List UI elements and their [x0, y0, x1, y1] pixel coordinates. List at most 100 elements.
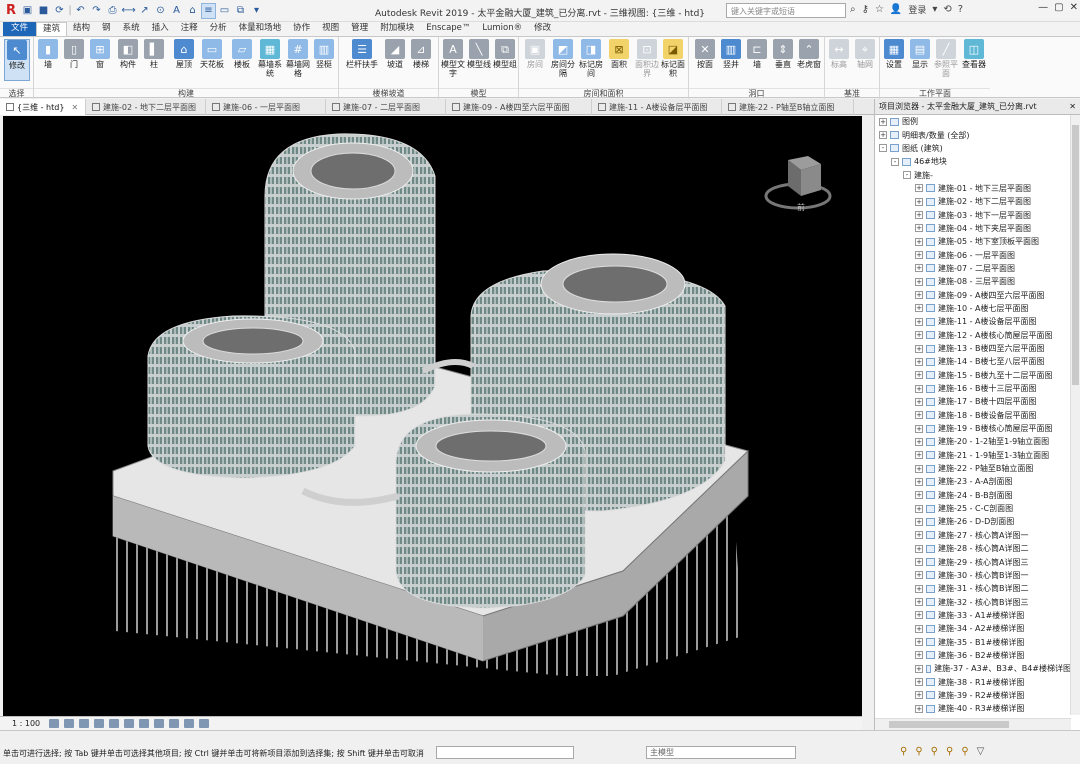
collapse-icon[interactable]: - — [903, 171, 911, 180]
expand-icon[interactable]: + — [915, 384, 923, 393]
tab-view[interactable]: 建施-11 - A楼设备层平面图 — [592, 99, 722, 115]
reveal-hidden-icon[interactable] — [184, 719, 195, 728]
expand-icon[interactable]: + — [915, 624, 923, 633]
browser-item[interactable]: + 建施-12 - A楼核心筒屋层平面图 — [875, 329, 1071, 342]
browser-item[interactable]: + 建施-18 - B楼设备层平面图 — [875, 409, 1071, 422]
temp-hide-icon[interactable] — [169, 719, 180, 728]
browser-item[interactable]: + 建施-10 - A楼七层平面图 — [875, 302, 1071, 315]
tab-systems[interactable]: 系统 — [117, 22, 146, 36]
browser-item[interactable]: + 图例 — [875, 115, 1071, 128]
browser-item[interactable]: + 建施-34 - A2#楼梯详图 — [875, 622, 1071, 635]
building-model[interactable] — [3, 116, 862, 716]
tab-modify[interactable]: 修改 — [528, 22, 557, 36]
model-group-button[interactable]: ⧉ 模型组 — [493, 39, 517, 69]
viewer-button[interactable]: ◫ 查看器 — [960, 39, 988, 69]
underlay-icon[interactable]: ⚲ — [915, 746, 922, 757]
browser-item[interactable]: + 建施-06 - 一层平面图 — [875, 248, 1071, 261]
horizontal-scrollbar[interactable] — [875, 718, 1071, 730]
ref-plane-button[interactable]: ╱ 参照平面 — [934, 39, 958, 78]
worksharing-icon[interactable] — [199, 719, 210, 728]
ceiling-button[interactable]: ▭ 天花板 — [200, 39, 224, 69]
undo-icon[interactable]: ↶ — [73, 3, 88, 19]
browser-item[interactable]: + 建施-33 - A1#楼梯详图 — [875, 609, 1071, 622]
tab-insert[interactable]: 插入 — [146, 22, 175, 36]
close-icon[interactable]: ✕ — [1070, 2, 1078, 13]
3d-view-icon[interactable]: ⌂ — [185, 3, 200, 19]
browser-item[interactable]: + 建施-21 - 1-9轴至1-3轴立面图 — [875, 449, 1071, 462]
browser-item[interactable]: + 建施-28 - 核心筒A详图二 — [875, 542, 1071, 555]
expand-icon[interactable]: + — [915, 397, 923, 406]
tab-enscape[interactable]: Enscape™ — [420, 22, 476, 36]
close-icon[interactable]: ✕ — [1069, 99, 1076, 114]
modify-button[interactable]: ↖ 修改 — [4, 39, 30, 81]
close-hidden-icon[interactable]: ▭ — [217, 3, 232, 19]
browser-item[interactable]: + 建施-32 - 核心筒B详图三 — [875, 595, 1071, 608]
help-icon[interactable]: ? — [958, 4, 963, 15]
workset-select[interactable] — [436, 746, 574, 759]
collapse-icon[interactable]: - — [891, 157, 899, 166]
expand-icon[interactable]: + — [915, 451, 923, 460]
subscription-icon[interactable]: ⚷ — [862, 4, 869, 15]
browser-item[interactable]: + 建施-02 - 地下二层平面图 — [875, 195, 1071, 208]
browser-item[interactable]: + 建施-22 - P轴至B轴立面图 — [875, 462, 1071, 475]
tab-view[interactable]: 建施-22 - P轴至B轴立面图 — [722, 99, 854, 115]
browser-item[interactable]: + 建施-23 - A-A剖面图 — [875, 475, 1071, 488]
stair-button[interactable]: ⊿ 楼梯 — [409, 39, 433, 69]
expand-icon[interactable]: + — [915, 477, 923, 486]
tab-view[interactable]: 建施-02 - 地下二层平面图 — [86, 99, 206, 115]
browser-item[interactable]: + 建施-40 - R3#楼梯详图 — [875, 702, 1071, 715]
window-button[interactable]: ⊞ 窗 — [88, 39, 112, 69]
view-scale[interactable]: 1 : 100 — [12, 719, 40, 728]
tab-massing-site[interactable]: 体量和场地 — [233, 22, 288, 36]
model-line-button[interactable]: ╲ 模型线 — [467, 39, 491, 69]
browser-item[interactable]: + 建施-31 - 核心筒B详图二 — [875, 582, 1071, 595]
browser-item[interactable]: + 建施-19 - B楼核心筒屋层平面图 — [875, 422, 1071, 435]
expand-icon[interactable]: + — [915, 411, 923, 420]
room-button[interactable]: ▣ 房间 — [523, 39, 547, 69]
mullion-button[interactable]: ▥ 竖梃 — [312, 39, 336, 69]
grid-button[interactable]: ⌖ 轴网 — [853, 39, 877, 69]
curtain-system-button[interactable]: ▦ 幕墙系统 — [258, 39, 282, 78]
expand-icon[interactable]: + — [915, 664, 923, 673]
browser-item[interactable]: + 建施-39 - R2#楼梯详图 — [875, 689, 1071, 702]
browser-item[interactable]: + 建施-03 - 地下一层平面图 — [875, 208, 1071, 221]
expand-icon[interactable]: + — [915, 264, 923, 273]
model-text-button[interactable]: A 模型文字 — [441, 39, 465, 78]
expand-icon[interactable]: + — [915, 424, 923, 433]
browser-item[interactable]: + 建施-17 - B楼十四层平面图 — [875, 395, 1071, 408]
close-icon[interactable]: ✕ — [71, 100, 78, 115]
drag-icon[interactable]: ⚲ — [961, 746, 968, 757]
browser-item[interactable]: - 46#地块 — [875, 155, 1071, 168]
set-workplane-button[interactable]: ▦ 设置 — [882, 39, 906, 69]
visual-style-icon[interactable] — [64, 719, 75, 728]
sync-icon[interactable]: ⟳ — [52, 3, 67, 19]
exchange-icon[interactable]: ⟲ — [943, 4, 951, 15]
expand-icon[interactable]: + — [915, 691, 923, 700]
browser-item[interactable]: + 建施-35 - B1#楼梯详图 — [875, 635, 1071, 648]
vertical-button[interactable]: ⇕ 垂直 — [771, 39, 795, 69]
browser-item[interactable]: + 建施-07 - 二层平面图 — [875, 262, 1071, 275]
measure-icon[interactable]: ⟷ — [121, 3, 136, 19]
expand-icon[interactable]: + — [915, 331, 923, 340]
show-crop-icon[interactable] — [139, 719, 150, 728]
sun-path-icon[interactable] — [79, 719, 90, 728]
star-icon[interactable]: ☆ — [875, 4, 884, 15]
tab-file[interactable]: 文件 — [3, 22, 37, 36]
tag-area-button[interactable]: ◪ 标记面积 — [661, 39, 685, 78]
show-workplane-button[interactable]: ▤ 显示 — [908, 39, 932, 69]
pinned-icon[interactable]: ⚲ — [931, 746, 938, 757]
expand-icon[interactable]: + — [915, 611, 923, 620]
browser-item[interactable]: + 建施-05 - 地下室顶板平面图 — [875, 235, 1071, 248]
expand-icon[interactable]: + — [915, 638, 923, 647]
browser-item[interactable]: + 建施-24 - B-B剖面图 — [875, 489, 1071, 502]
tab-collaborate[interactable]: 协作 — [287, 22, 316, 36]
browser-item[interactable]: - 建施- — [875, 168, 1071, 181]
tab-addins[interactable]: 附加模块 — [374, 22, 420, 36]
expand-icon[interactable]: + — [915, 291, 923, 300]
expand-icon[interactable]: + — [915, 651, 923, 660]
chevron-down-icon[interactable]: ▾ — [932, 4, 937, 15]
expand-icon[interactable]: + — [915, 491, 923, 500]
wall-button[interactable]: ▮ 墙 — [36, 39, 60, 69]
browser-item[interactable]: + 建施-15 - B楼九至十二层平面图 — [875, 369, 1071, 382]
room-separator-button[interactable]: ◩ 房间分隔 — [551, 39, 575, 78]
